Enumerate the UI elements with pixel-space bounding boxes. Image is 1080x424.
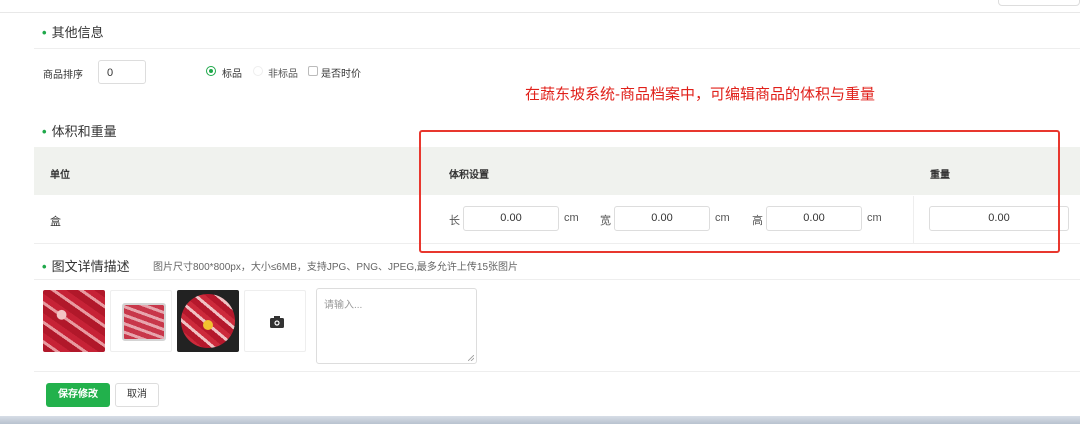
top-right-button[interactable]: [998, 0, 1080, 6]
resize-handle-icon[interactable]: [468, 355, 474, 361]
volume-weight-title: • 体积和重量: [42, 124, 117, 139]
cancel-button[interactable]: 取消: [115, 383, 159, 407]
seasonal-checkbox[interactable]: [308, 66, 318, 76]
description-textarea[interactable]: 请输入...: [316, 288, 477, 364]
save-button[interactable]: 保存修改: [46, 383, 110, 407]
radio-nonstandard-label: 非标品: [268, 69, 298, 80]
yolk-photo: [203, 320, 213, 330]
radio-nonstandard[interactable]: [253, 66, 263, 76]
seasonal-checkbox-label: 是否时价: [321, 69, 361, 80]
camera-icon: [270, 316, 284, 328]
divider: [34, 48, 1080, 49]
row-unit: 盒: [50, 216, 61, 228]
product-image-2[interactable]: [110, 290, 172, 352]
divider: [34, 371, 1080, 372]
col-unit: 单位: [50, 170, 70, 181]
taskbar: [0, 416, 1080, 424]
divider: [34, 279, 1080, 280]
product-image-3[interactable]: [177, 290, 239, 352]
radio-standard[interactable]: [206, 66, 216, 76]
sort-label: 商品排序: [43, 70, 83, 81]
description-hint: 图片尺寸800*800px，大小≤6MB，支持JPG、PNG、JPEG,最多允许…: [153, 262, 519, 273]
other-info-title-text: 其他信息: [51, 25, 104, 40]
description-title: • 图文详情描述: [42, 259, 130, 274]
package-photo: [122, 303, 166, 341]
product-image-1[interactable]: [43, 290, 105, 352]
volume-weight-title-text: 体积和重量: [51, 124, 117, 139]
description-title-text: 图文详情描述: [51, 259, 130, 274]
sort-input[interactable]: 0: [98, 60, 146, 84]
radio-standard-label: 标品: [222, 69, 242, 80]
sort-input-value: 0: [107, 67, 114, 79]
textarea-placeholder: 请输入...: [324, 300, 363, 311]
highlight-box: [419, 130, 1060, 253]
annotation-text: 在蔬东坡系统-商品档案中，可编辑商品的体积与重量: [525, 86, 875, 103]
upload-image-button[interactable]: [244, 290, 306, 352]
top-divider: [0, 12, 1080, 13]
other-info-title: • 其他信息: [42, 25, 104, 40]
